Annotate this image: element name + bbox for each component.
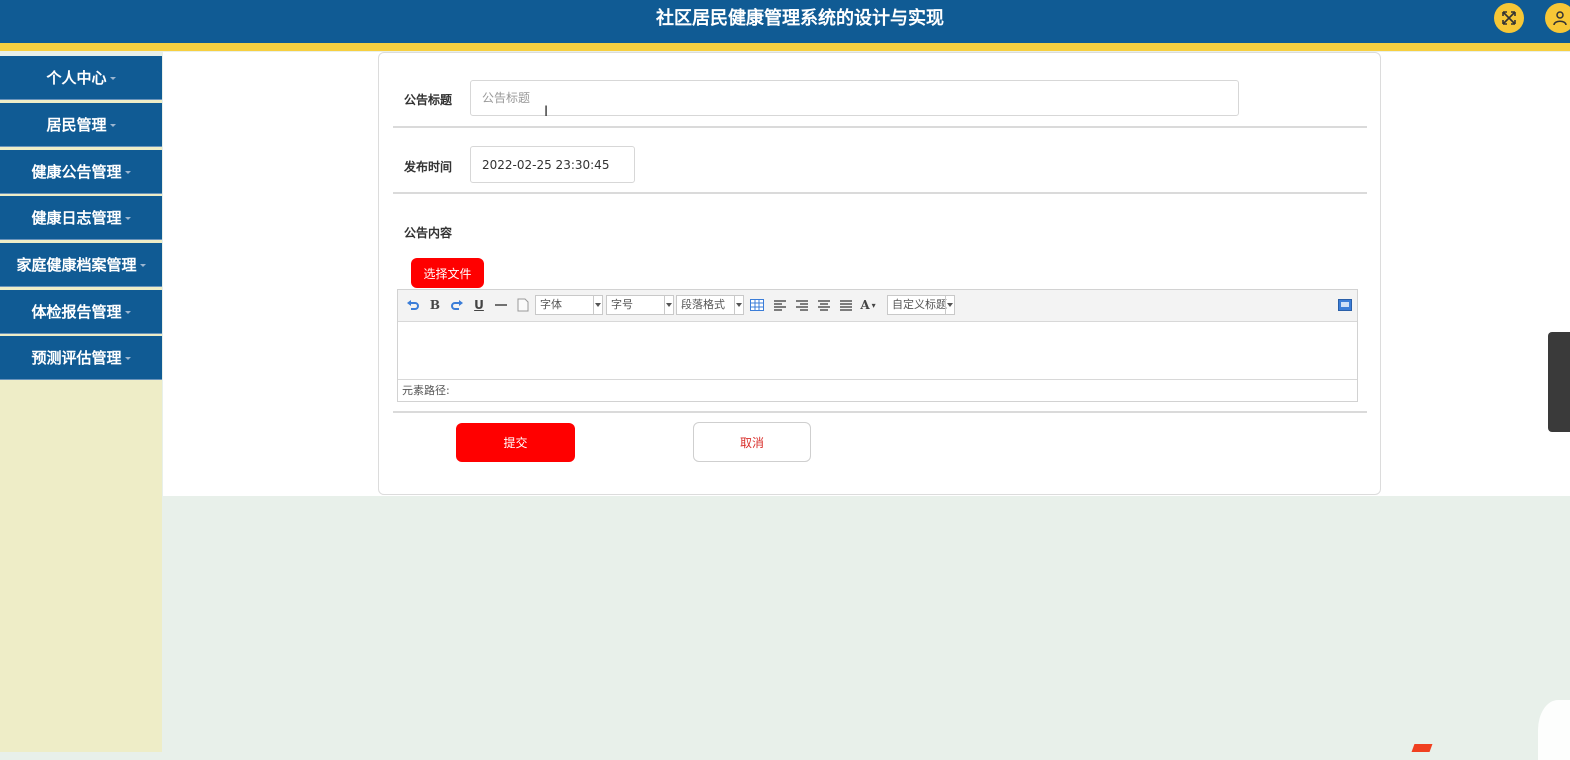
user-button[interactable] bbox=[1545, 3, 1570, 33]
align-justify-icon[interactable] bbox=[837, 296, 855, 314]
custom-title-select[interactable]: 自定义标题 bbox=[887, 295, 955, 315]
font-family-select-label: 字体 bbox=[540, 298, 562, 311]
choose-file-button[interactable]: 选择文件 bbox=[411, 258, 484, 288]
caret-down-icon bbox=[139, 264, 146, 267]
font-color-label: A bbox=[860, 298, 870, 312]
sidebar-item-checkup-reports[interactable]: 体检报告管理 bbox=[0, 290, 162, 334]
divider bbox=[393, 126, 1367, 128]
content-label: 公告内容 bbox=[404, 226, 453, 240]
app-title: 社区居民健康管理系统的设计与实现 bbox=[656, 8, 944, 29]
divider bbox=[393, 411, 1367, 413]
chevron-down-icon bbox=[593, 296, 602, 314]
submit-button[interactable]: 提交 bbox=[456, 423, 575, 462]
divider bbox=[393, 192, 1367, 194]
caret-down-icon bbox=[124, 311, 131, 314]
paragraph-format-select[interactable]: 段落格式 bbox=[676, 295, 744, 315]
header-stripe bbox=[0, 43, 1570, 51]
redo-icon[interactable] bbox=[448, 296, 466, 314]
sidebar-item-health-logs[interactable]: 健康日志管理 bbox=[0, 196, 162, 240]
sidebar-item-label: 居民管理 bbox=[46, 116, 107, 134]
horizontal-rule-icon[interactable] bbox=[492, 296, 510, 314]
caret-down-icon bbox=[124, 357, 131, 360]
chevron-down-icon bbox=[945, 296, 954, 314]
sidebar-item-family-records[interactable]: 家庭健康档案管理 bbox=[0, 243, 162, 287]
element-path: 元素路径: bbox=[398, 379, 1357, 401]
publish-time-input[interactable] bbox=[470, 146, 635, 183]
caret-down-icon bbox=[124, 171, 131, 174]
font-color-icon[interactable]: A ▾ bbox=[859, 296, 877, 314]
bold-icon[interactable]: B bbox=[426, 296, 444, 314]
time-label: 发布时间 bbox=[404, 160, 453, 174]
fullscreen-icon bbox=[1502, 11, 1516, 25]
fullscreen-editor-icon[interactable] bbox=[1336, 296, 1354, 314]
caret-down-icon bbox=[124, 217, 131, 220]
align-right-icon[interactable] bbox=[793, 296, 811, 314]
caret-down-icon bbox=[109, 124, 116, 127]
sidebar-item-personal-center[interactable]: 个人中心 bbox=[0, 56, 162, 100]
rich-text-editor: B U 字体 字号 段落格式 A ▾ 自定义标题 元素路径: bbox=[397, 289, 1358, 402]
editor-toolbar: B U 字体 字号 段落格式 A ▾ 自定义标题 bbox=[398, 290, 1357, 322]
sidebar-item-prediction[interactable]: 预测评估管理 bbox=[0, 336, 162, 380]
document-icon[interactable] bbox=[514, 296, 532, 314]
text-cursor-icon: Ι bbox=[544, 104, 549, 120]
undo-icon[interactable] bbox=[404, 296, 422, 314]
sidebar-item-label: 体检报告管理 bbox=[31, 303, 122, 321]
align-center-icon[interactable] bbox=[815, 296, 833, 314]
title-label: 公告标题 bbox=[404, 93, 453, 107]
corner-decoration bbox=[1538, 700, 1570, 760]
fullscreen-button[interactable] bbox=[1494, 3, 1524, 33]
paragraph-format-select-label: 段落格式 bbox=[681, 298, 725, 311]
user-icon bbox=[1553, 11, 1567, 26]
align-left-icon[interactable] bbox=[771, 296, 789, 314]
title-input[interactable] bbox=[470, 80, 1239, 116]
sidebar-item-health-notices[interactable]: 健康公告管理 bbox=[0, 150, 162, 194]
font-size-select-label: 字号 bbox=[611, 298, 633, 311]
sidebar-item-label: 家庭健康档案管理 bbox=[16, 256, 137, 274]
underline-icon[interactable]: U bbox=[470, 296, 488, 314]
sidebar-item-label: 预测评估管理 bbox=[31, 349, 122, 367]
chevron-down-icon bbox=[664, 296, 673, 314]
cancel-button[interactable]: 取消 bbox=[693, 422, 811, 462]
chevron-down-icon bbox=[734, 296, 743, 314]
sidebar-item-residents[interactable]: 居民管理 bbox=[0, 103, 162, 147]
font-size-select[interactable]: 字号 bbox=[606, 295, 674, 315]
caret-down-icon bbox=[109, 77, 116, 80]
sidebar-item-label: 健康公告管理 bbox=[31, 163, 122, 181]
sidebar-item-label: 个人中心 bbox=[46, 69, 107, 87]
custom-title-select-label: 自定义标题 bbox=[892, 298, 947, 311]
side-drawer-handle[interactable] bbox=[1548, 332, 1570, 432]
editor-content-area[interactable] bbox=[398, 322, 1357, 379]
corner-decoration-red bbox=[1411, 744, 1433, 752]
table-icon[interactable] bbox=[748, 296, 766, 314]
font-family-select[interactable]: 字体 bbox=[535, 295, 603, 315]
sidebar-item-label: 健康日志管理 bbox=[31, 209, 122, 227]
